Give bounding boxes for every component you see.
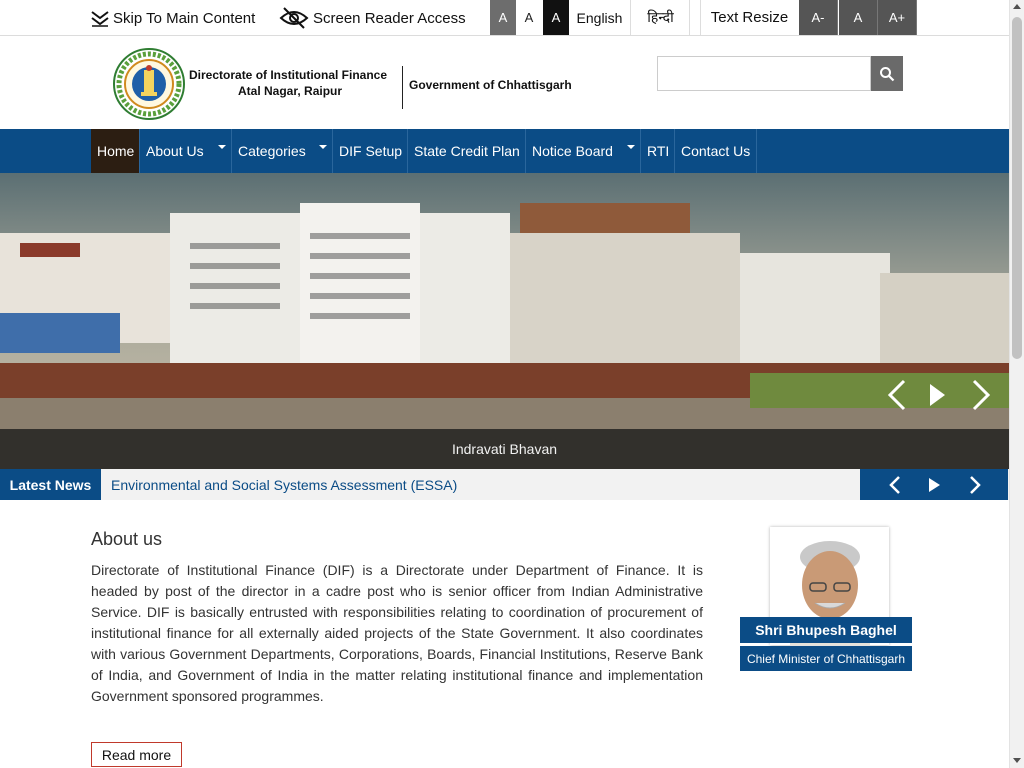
- news-controls: [860, 469, 1008, 500]
- about-text: Directorate of Institutional Finance (DI…: [91, 562, 703, 704]
- search-icon: [880, 66, 895, 81]
- news-play-icon[interactable]: [923, 473, 945, 497]
- hero-slider: Indravati Bhavan: [0, 173, 1009, 469]
- slider-next-icon[interactable]: [968, 378, 994, 412]
- scroll-up-arrow-icon[interactable]: [1013, 4, 1021, 9]
- nav-label: DIF Setup: [339, 143, 403, 159]
- org-name-line2: Atal Nagar, Raipur: [238, 84, 343, 98]
- skip-label: Skip To Main Content: [113, 9, 256, 27]
- slider-play-icon[interactable]: [926, 378, 948, 412]
- contrast-normal-button[interactable]: A: [490, 0, 516, 35]
- news-next-icon[interactable]: [964, 473, 986, 497]
- nav-item-categories[interactable]: Categories: [232, 129, 333, 173]
- screen-reader-access-link[interactable]: Screen Reader Access: [279, 0, 466, 36]
- nav-label: State Credit Plan: [414, 143, 520, 159]
- contrast-dark-button[interactable]: A: [543, 0, 569, 35]
- screen-reader-label: Screen Reader Access: [313, 9, 466, 27]
- nav-label: Contact Us: [681, 143, 751, 159]
- slide-image-indravati-bhavan: [0, 173, 1009, 469]
- nav-label: Home: [97, 143, 135, 159]
- nav-item-home[interactable]: Home: [91, 129, 140, 173]
- chhattisgarh-emblem-logo[interactable]: [113, 48, 185, 120]
- scrollbar-thumb[interactable]: [1012, 17, 1022, 359]
- skip-to-main-content-link[interactable]: Skip To Main Content: [90, 0, 255, 36]
- nav-label: RTI: [647, 143, 670, 159]
- text-normal-button[interactable]: A: [839, 0, 878, 35]
- language-hindi-link[interactable]: हिन्दी: [632, 0, 690, 35]
- nav-item-dif-setup[interactable]: DIF Setup: [333, 129, 408, 173]
- news-item-link[interactable]: Environmental and Social Systems Assessm…: [111, 469, 457, 500]
- eye-slash-icon: [279, 7, 309, 29]
- latest-news-bar: Latest News Environmental and Social Sys…: [0, 469, 1009, 500]
- cm-title: Chief Minister of Chhattisgarh: [740, 646, 912, 671]
- site-header: Directorate of Institutional Finance Ata…: [0, 36, 1009, 129]
- caret-down-icon: [627, 145, 635, 149]
- cm-name: Shri Bhupesh Baghel: [740, 617, 912, 643]
- page-scrollbar[interactable]: [1009, 0, 1024, 768]
- government-name: Government of Chhattisgarh: [409, 78, 572, 92]
- nav-item-contact-us[interactable]: Contact Us: [675, 129, 757, 173]
- double-chevron-down-icon: [91, 11, 109, 27]
- nav-item-notice-board[interactable]: Notice Board: [526, 129, 641, 173]
- text-resize-label: Text Resize: [700, 0, 798, 35]
- slider-prev-icon[interactable]: [884, 378, 910, 412]
- search-input[interactable]: [657, 56, 871, 91]
- latest-news-label: Latest News: [0, 469, 101, 500]
- top-utility-bar: Skip To Main Content Screen Reader Acces…: [0, 0, 1009, 36]
- text-increase-button[interactable]: A+: [878, 0, 917, 35]
- nav-item-about-us[interactable]: About Us: [140, 129, 232, 173]
- read-more-button[interactable]: Read more: [91, 742, 182, 767]
- header-divider: [402, 66, 403, 109]
- scroll-down-arrow-icon[interactable]: [1013, 758, 1021, 763]
- contrast-light-button[interactable]: A: [516, 0, 542, 35]
- text-decrease-button[interactable]: A-: [799, 0, 838, 35]
- nav-label: Notice Board: [532, 143, 613, 159]
- slide-caption: Indravati Bhavan: [0, 429, 1009, 469]
- main-nav: Home About Us Categories DIF Setup State…: [0, 129, 1009, 173]
- search-button[interactable]: [871, 56, 903, 91]
- news-prev-icon[interactable]: [884, 473, 906, 497]
- nav-label: Categories: [238, 143, 306, 159]
- nav-label: About Us: [146, 143, 204, 159]
- caret-down-icon: [218, 145, 226, 149]
- nav-item-state-credit-plan[interactable]: State Credit Plan: [408, 129, 526, 173]
- about-heading: About us: [91, 529, 163, 549]
- caret-down-icon: [319, 145, 327, 149]
- language-english-link[interactable]: English: [569, 0, 631, 35]
- org-name-line1: Directorate of Institutional Finance: [189, 68, 388, 82]
- nav-item-rti[interactable]: RTI: [641, 129, 675, 173]
